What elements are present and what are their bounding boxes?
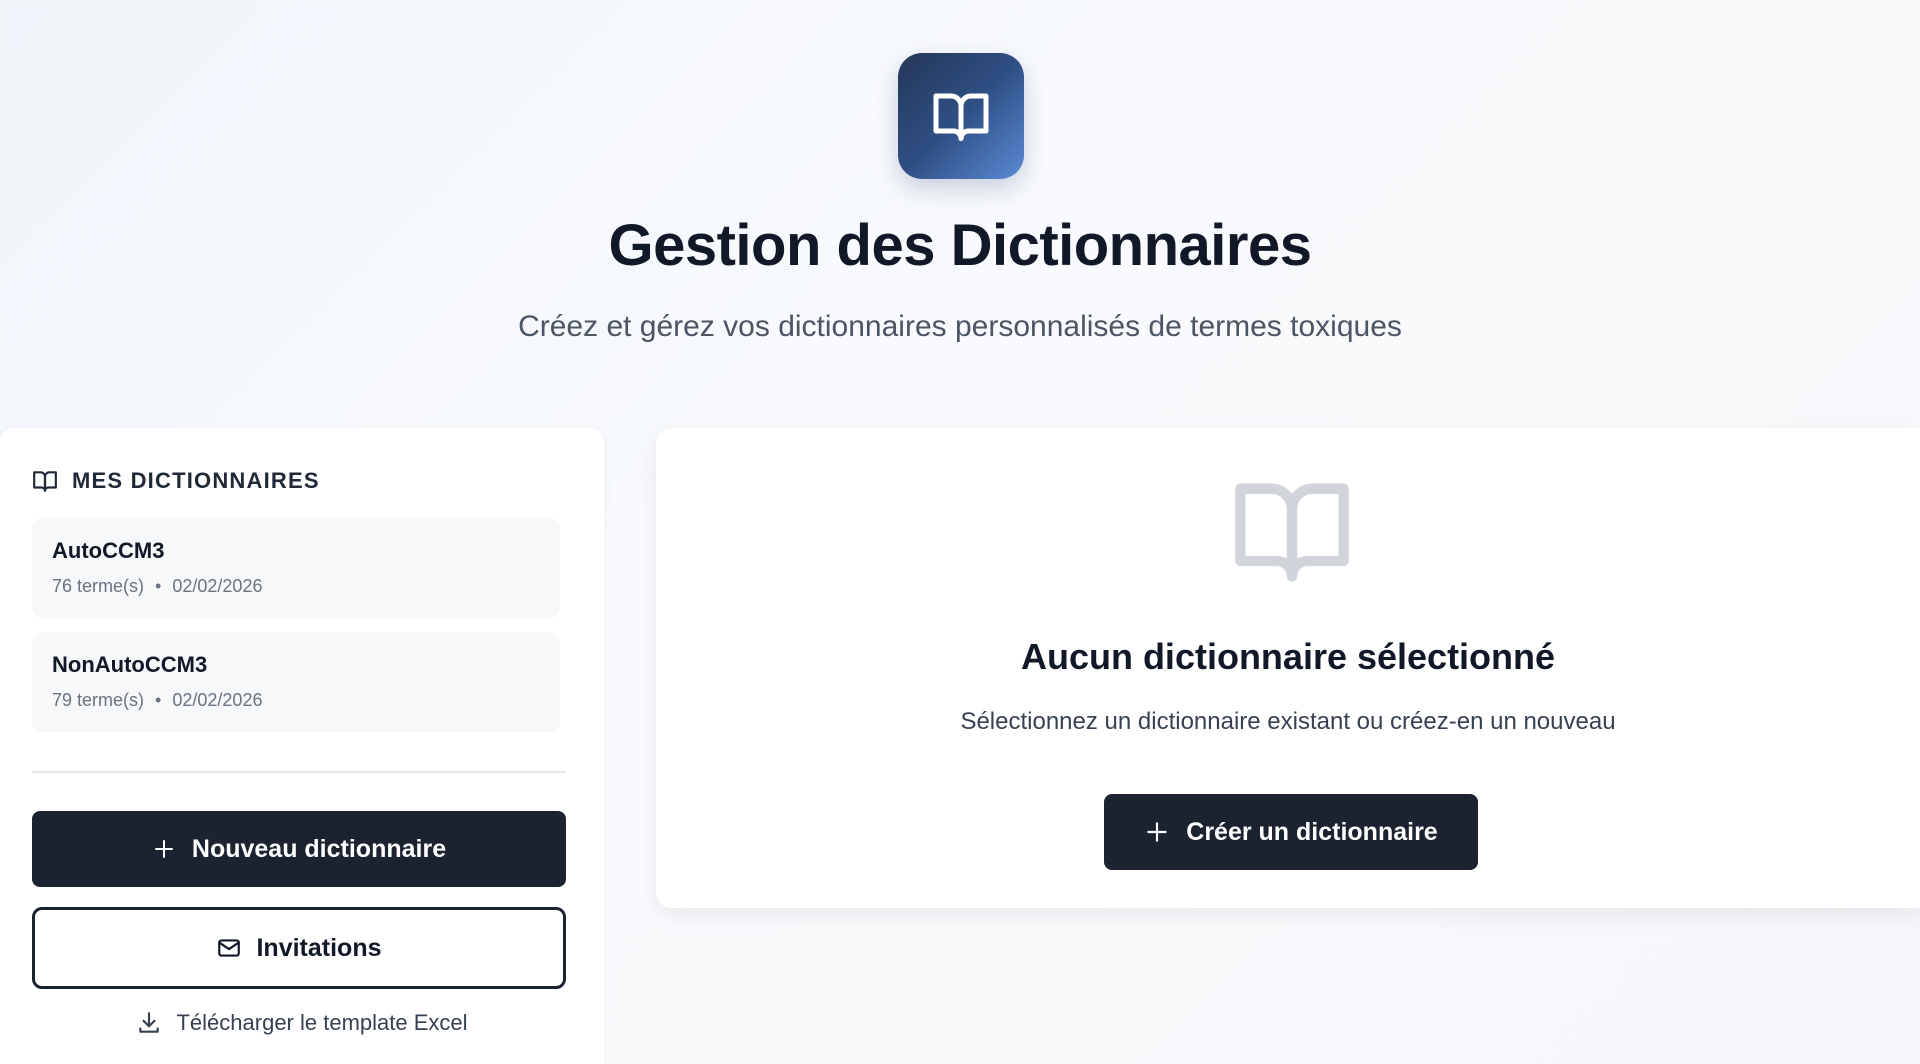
sidebar-heading-label: MES DICTIONNAIRES	[72, 468, 320, 493]
app-logo	[898, 53, 1024, 179]
empty-state-text: Sélectionnez un dictionnaire existant ou…	[960, 708, 1616, 735]
dictionary-item-autoccm3[interactable]: AutoCCM3 76 terme(s) • 02/02/2026	[32, 518, 560, 618]
sidebar-heading: MES DICTIONNAIRES	[32, 468, 320, 494]
meta-separator: •	[155, 690, 162, 710]
download-icon	[139, 1012, 160, 1033]
dictionary-term-count: 76 terme(s)	[52, 576, 145, 596]
plus-icon	[1147, 822, 1168, 842]
page-title: Gestion des Dictionnaires	[608, 213, 1312, 278]
invitations-button[interactable]: Invitations	[32, 907, 566, 989]
create-dictionary-button[interactable]: Créer un dictionnaire	[1104, 794, 1478, 870]
empty-state-title: Aucun dictionnaire sélectionné	[1020, 636, 1556, 677]
book-open-icon	[1235, 483, 1349, 582]
dictionary-date: 02/02/2026	[172, 690, 263, 710]
book-open-icon	[933, 93, 989, 141]
new-dictionary-button[interactable]: Nouveau dictionnaire	[32, 811, 566, 887]
invitations-label: Invitations	[256, 933, 382, 962]
dictionary-item-nonautoccm3[interactable]: NonAutoCCM3 79 terme(s) • 02/02/2026	[32, 632, 560, 732]
dictionary-name: AutoCCM3	[52, 538, 165, 563]
sidebar-divider	[32, 771, 566, 773]
mail-icon	[218, 939, 241, 957]
empty-state-icon-wrapper	[1230, 468, 1354, 597]
dictionary-name: NonAutoCCM3	[52, 652, 208, 677]
meta-separator: •	[155, 576, 162, 596]
create-dictionary-label: Créer un dictionnaire	[1186, 817, 1438, 846]
download-template-label: Télécharger le template Excel	[176, 1010, 468, 1035]
dictionary-term-count: 79 terme(s)	[52, 690, 145, 710]
new-dictionary-label: Nouveau dictionnaire	[191, 834, 447, 863]
dictionary-date: 02/02/2026	[172, 576, 263, 596]
book-open-icon	[33, 471, 57, 492]
page-subtitle: Créez et gérez vos dictionnaires personn…	[518, 310, 1402, 343]
download-template-link[interactable]: Télécharger le template Excel	[0, 1010, 604, 1036]
dictionary-meta: 79 terme(s) • 02/02/2026	[52, 690, 540, 711]
plus-icon	[154, 840, 173, 858]
dictionary-meta: 76 terme(s) • 02/02/2026	[52, 576, 540, 597]
